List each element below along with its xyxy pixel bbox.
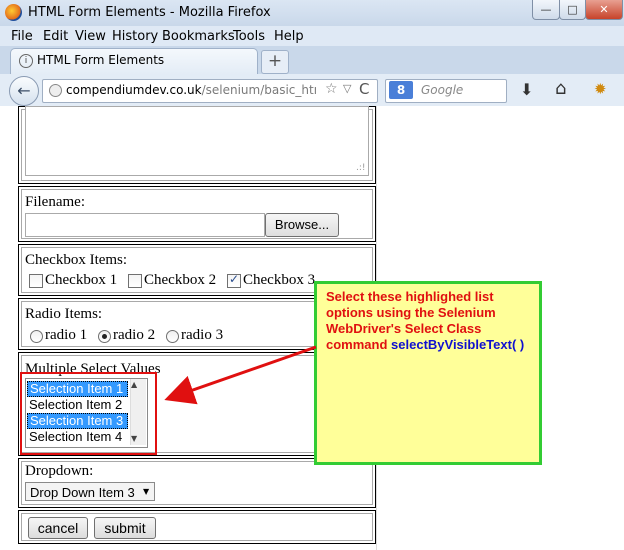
annotation-arrow <box>164 345 317 405</box>
annotation-arrow-layer <box>164 345 317 405</box>
